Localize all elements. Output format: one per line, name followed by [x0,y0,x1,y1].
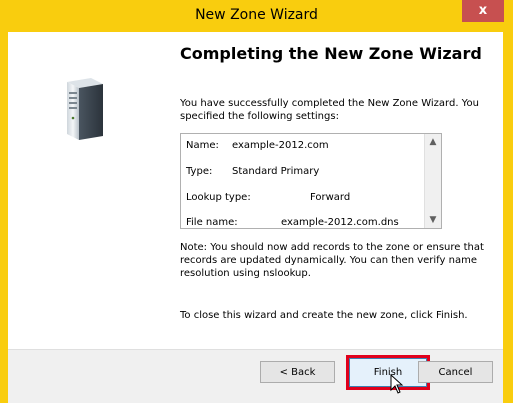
scroll-up-arrow-icon[interactable]: ▲ [425,134,441,150]
wizard-window: New Zone Wizard x Completing the New Zon… [0,0,513,403]
scroll-down-arrow-icon[interactable]: ▼ [425,212,441,228]
setting-label: Lookup type: [186,192,251,203]
cancel-button[interactable]: Cancel [418,361,493,383]
setting-label: File name: [186,217,238,228]
note-text: Note: You should now add records to the … [180,242,484,279]
wizard-sidebar [8,32,165,349]
window-frame-left [0,32,8,403]
back-button[interactable]: < Back [260,361,335,383]
setting-value: example-2012.com.dns [281,217,399,228]
finish-button[interactable]: Finish [346,355,430,390]
server-icon [67,78,103,140]
intro-text: You have successfully completed the New … [180,98,479,122]
setting-label: Name: [186,140,219,151]
button-bar: < Back Finish Cancel [8,349,503,403]
settings-scrollbar[interactable]: ▲ ▼ [424,134,441,228]
setting-value: Forward [310,192,351,203]
closing-text: To close this wizard and create the new … [180,310,468,321]
close-button[interactable]: x [462,0,504,22]
wizard-content: Completing the New Zone Wizard You have … [165,32,503,349]
setting-label: Type: [186,166,213,177]
mouse-pointer-icon [390,374,404,394]
window-title: New Zone Wizard [195,7,318,23]
title-bar[interactable]: New Zone Wizard x [0,0,513,32]
settings-list[interactable]: Name: example-2012.com Type: Standard Pr… [180,133,442,229]
setting-value: Standard Primary [232,166,320,177]
window-frame-right [503,32,513,403]
page-title: Completing the New Zone Wizard [180,44,482,63]
setting-value: example-2012.com [232,140,329,151]
